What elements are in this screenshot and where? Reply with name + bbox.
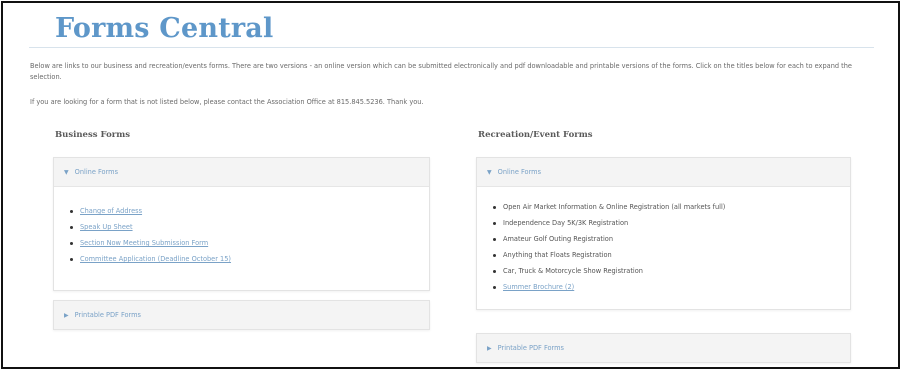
list-item: Independence Day 5K/3K Registration (493, 215, 850, 231)
list-item: Amateur Golf Outing Registration (493, 231, 850, 247)
recreation-online-label: Online Forms (497, 168, 542, 176)
recreation-online-toggle[interactable]: ▼ Online Forms (477, 158, 850, 187)
summer-brochure-link[interactable]: Summer Brochure (2) (503, 283, 574, 291)
caret-right-icon: ▶ (487, 344, 492, 352)
caret-down-icon: ▼ (64, 168, 69, 176)
business-online-list: Change of Address Speak Up Sheet Section… (54, 187, 429, 275)
contact-text: If you are looking for a form that is no… (30, 98, 424, 106)
business-printable-toggle[interactable]: ▶ Printable PDF Forms (54, 301, 429, 329)
list-item: Section Now Meeting Submission Form (70, 235, 429, 251)
business-online-label: Online Forms (74, 168, 119, 176)
business-online-panel: ▼ Online Forms Change of Address Speak U… (53, 157, 430, 291)
change-of-address-link[interactable]: Change of Address (80, 207, 142, 215)
golf-outing-item: Amateur Golf Outing Registration (503, 235, 614, 243)
list-item: Summer Brochure (2) (493, 279, 850, 295)
anything-that-floats-item: Anything that Floats Registration (503, 251, 612, 259)
list-item: Open Air Market Information & Online Reg… (493, 199, 850, 215)
recreation-printable-label: Printable PDF Forms (497, 344, 564, 352)
independence-day-item: Independence Day 5K/3K Registration (503, 219, 629, 227)
recreation-printable-panel: ▶ Printable PDF Forms (476, 333, 851, 363)
open-air-market-item: Open Air Market Information & Online Reg… (503, 203, 726, 211)
list-item: Anything that Floats Registration (493, 247, 850, 263)
business-printable-label: Printable PDF Forms (74, 311, 141, 319)
business-forms-heading: Business Forms (55, 130, 130, 140)
recreation-printable-toggle[interactable]: ▶ Printable PDF Forms (477, 334, 850, 362)
intro-text: Below are links to our business and recr… (30, 62, 852, 81)
car-show-item: Car, Truck & Motorcycle Show Registratio… (503, 267, 643, 275)
business-printable-panel: ▶ Printable PDF Forms (53, 300, 430, 330)
page-frame: Forms Central Below are links to our bus… (1, 1, 900, 369)
list-item: Committee Application (Deadline October … (70, 251, 429, 267)
caret-down-icon: ▼ (487, 168, 492, 176)
title-divider (29, 47, 874, 48)
committee-application-link[interactable]: Committee Application (Deadline October … (80, 255, 231, 263)
page-title: Forms Central (55, 13, 274, 44)
meeting-submission-link[interactable]: Section Now Meeting Submission Form (80, 239, 208, 247)
recreation-online-panel: ▼ Online Forms Open Air Market Informati… (476, 157, 851, 310)
recreation-online-list: Open Air Market Information & Online Reg… (477, 187, 850, 303)
list-item: Car, Truck & Motorcycle Show Registratio… (493, 263, 850, 279)
caret-right-icon: ▶ (64, 311, 69, 319)
recreation-forms-heading: Recreation/Event Forms (478, 130, 593, 140)
business-online-toggle[interactable]: ▼ Online Forms (54, 158, 429, 187)
speak-up-sheet-link[interactable]: Speak Up Sheet (80, 223, 133, 231)
list-item: Speak Up Sheet (70, 219, 429, 235)
list-item: Change of Address (70, 203, 429, 219)
